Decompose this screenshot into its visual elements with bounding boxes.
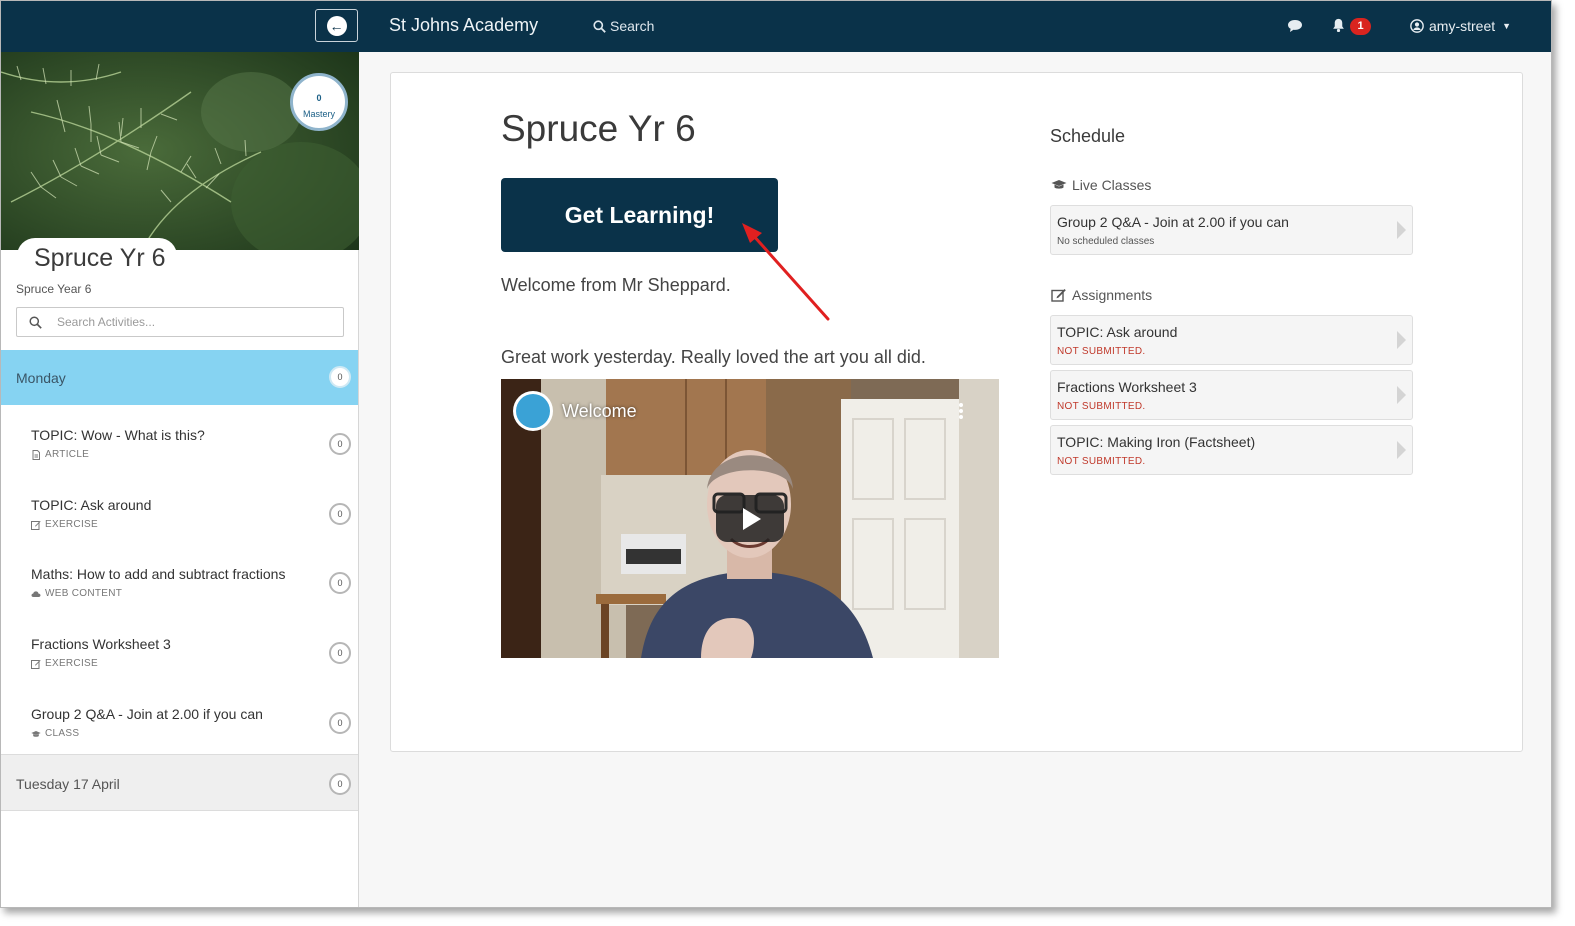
user-icon	[1410, 19, 1424, 33]
day-header-monday[interactable]: Monday 0	[1, 350, 358, 405]
back-button[interactable]: ←	[315, 9, 358, 42]
assignment-card[interactable]: TOPIC: Making Iron (Factsheet) NOT SUBMI…	[1050, 425, 1413, 475]
activity-item[interactable]: TOPIC: Ask around EXERCISE 0	[1, 475, 358, 544]
activity-count-badge: 0	[329, 642, 351, 664]
bell-icon[interactable]	[1331, 17, 1346, 33]
app-window: ← St Johns Academy Search 1 amy-street ▼	[0, 0, 1552, 908]
top-navbar: ← St Johns Academy Search 1 amy-street ▼	[1, 1, 1551, 52]
notification-badge[interactable]: 1	[1350, 18, 1371, 35]
chevron-right-icon	[1397, 221, 1406, 239]
welcome-text: Welcome from Mr Sheppard.	[501, 275, 731, 295]
video-player[interactable]: Welcome	[501, 379, 999, 658]
search-icon	[593, 19, 606, 33]
nav-search-label: Search	[610, 18, 655, 34]
assignment-title: Fractions Worksheet 3	[1057, 379, 1197, 395]
activity-title: TOPIC: Wow - What is this?	[31, 427, 205, 443]
nav-search-link[interactable]: Search	[593, 18, 654, 34]
channel-logo[interactable]	[513, 391, 553, 431]
activity-kind-label: EXERCISE	[45, 658, 98, 669]
mastery-badge[interactable]: 0 Mastery	[290, 73, 348, 131]
day-label: Monday	[16, 370, 66, 386]
live-classes-label: Live Classes	[1072, 177, 1152, 193]
mastery-label: Mastery	[302, 109, 335, 119]
activity-count-badge: 0	[329, 712, 351, 734]
exercise-icon	[31, 520, 41, 530]
activity-kind-label: ARTICLE	[45, 449, 90, 460]
activity-kind: ARTICLE	[31, 449, 89, 460]
activity-kind: EXERCISE	[31, 519, 98, 530]
activity-title: Maths: How to add and subtract fractions	[31, 566, 286, 582]
activity-title: TOPIC: Ask around	[31, 497, 152, 513]
activity-item[interactable]: Fractions Worksheet 3 EXERCISE 0	[1, 614, 358, 683]
activity-kind-label: WEB CONTENT	[45, 588, 123, 599]
live-class-card[interactable]: Group 2 Q&A - Join at 2.00 if you can No…	[1050, 205, 1413, 255]
activity-title: Group 2 Q&A - Join at 2.00 if you can	[31, 706, 263, 722]
activity-count-badge: 0	[329, 433, 351, 455]
activity-item[interactable]: TOPIC: Wow - What is this? ARTICLE 0	[1, 405, 358, 474]
play-button[interactable]	[716, 495, 784, 542]
mastery-value: 0	[316, 93, 322, 103]
chevron-right-icon	[1397, 386, 1406, 404]
assignment-card[interactable]: Fractions Worksheet 3 NOT SUBMITTED.	[1050, 370, 1413, 420]
activity-count-badge: 0	[329, 503, 351, 525]
assignments-label: Assignments	[1072, 287, 1153, 303]
page-title: Spruce Yr 6	[501, 108, 696, 149]
caret-down-icon: ▼	[1502, 21, 1512, 31]
assignment-status: NOT SUBMITTED.	[1057, 456, 1146, 467]
course-sidebar: 0 Mastery Spruce Yr 6 Spruce Year 6 Mond…	[1, 52, 359, 907]
activity-title: Fractions Worksheet 3	[31, 636, 171, 652]
teacher-note-text: Great work yesterday. Really loved the a…	[501, 347, 926, 367]
activity-kind: WEB CONTENT	[31, 588, 122, 599]
search-icon	[29, 316, 42, 329]
edit-icon	[1051, 289, 1066, 302]
activity-kind: EXERCISE	[31, 658, 98, 669]
school-name[interactable]: St Johns Academy	[389, 15, 538, 36]
activity-item[interactable]: Group 2 Q&A - Join at 2.00 if you can CL…	[1, 684, 358, 753]
video-title[interactable]: Welcome	[562, 401, 637, 422]
activity-search-box[interactable]	[16, 307, 344, 337]
graduation-cap-icon	[1051, 180, 1067, 189]
activity-count-badge: 0	[329, 572, 351, 594]
cloud-icon	[31, 590, 41, 597]
assignment-title: TOPIC: Making Iron (Factsheet)	[1057, 434, 1256, 450]
chevron-right-icon	[1397, 331, 1406, 349]
day-count-badge: 0	[329, 366, 351, 388]
username: amy-street	[1429, 18, 1496, 34]
play-icon	[743, 507, 761, 530]
activity-item[interactable]: Maths: How to add and subtract fractions…	[1, 544, 358, 613]
schedule-title: Schedule	[1050, 126, 1126, 146]
more-options-icon[interactable]	[957, 403, 965, 421]
live-class-status: No scheduled classes	[1057, 236, 1155, 247]
red-arrow-annotation	[742, 223, 830, 321]
chevron-right-icon	[1397, 441, 1406, 459]
exercise-icon	[31, 659, 41, 669]
day-label: Tuesday 17 April	[16, 776, 120, 792]
course-title: Spruce Yr 6	[34, 244, 166, 272]
activity-kind-label: EXERCISE	[45, 519, 98, 530]
back-arrow-icon: ←	[326, 15, 347, 36]
article-icon	[32, 449, 40, 460]
live-class-title: Group 2 Q&A - Join at 2.00 if you can	[1057, 214, 1289, 230]
course-subtitle: Spruce Year 6	[16, 282, 92, 296]
day-header-tuesday[interactable]: Tuesday 17 April 0	[1, 754, 358, 811]
user-menu[interactable]: amy-street ▼	[1410, 18, 1511, 34]
activity-kind-label: CLASS	[45, 728, 80, 739]
assignment-card[interactable]: TOPIC: Ask around NOT SUBMITTED.	[1050, 315, 1413, 365]
day-count-badge: 0	[329, 773, 351, 795]
course-home-panel: Spruce Yr 6 Get Learning! Welcome from M…	[390, 72, 1523, 752]
chat-icon[interactable]	[1287, 18, 1303, 34]
activity-kind: CLASS	[31, 728, 79, 739]
live-classes-heading: Live Classes	[1051, 177, 1151, 193]
graduation-cap-icon	[31, 730, 41, 737]
assignment-status: NOT SUBMITTED.	[1057, 346, 1146, 357]
assignments-heading: Assignments	[1051, 287, 1152, 303]
assignment-status: NOT SUBMITTED.	[1057, 401, 1146, 412]
assignment-title: TOPIC: Ask around	[1057, 324, 1178, 340]
activity-search-input[interactable]	[57, 313, 327, 331]
